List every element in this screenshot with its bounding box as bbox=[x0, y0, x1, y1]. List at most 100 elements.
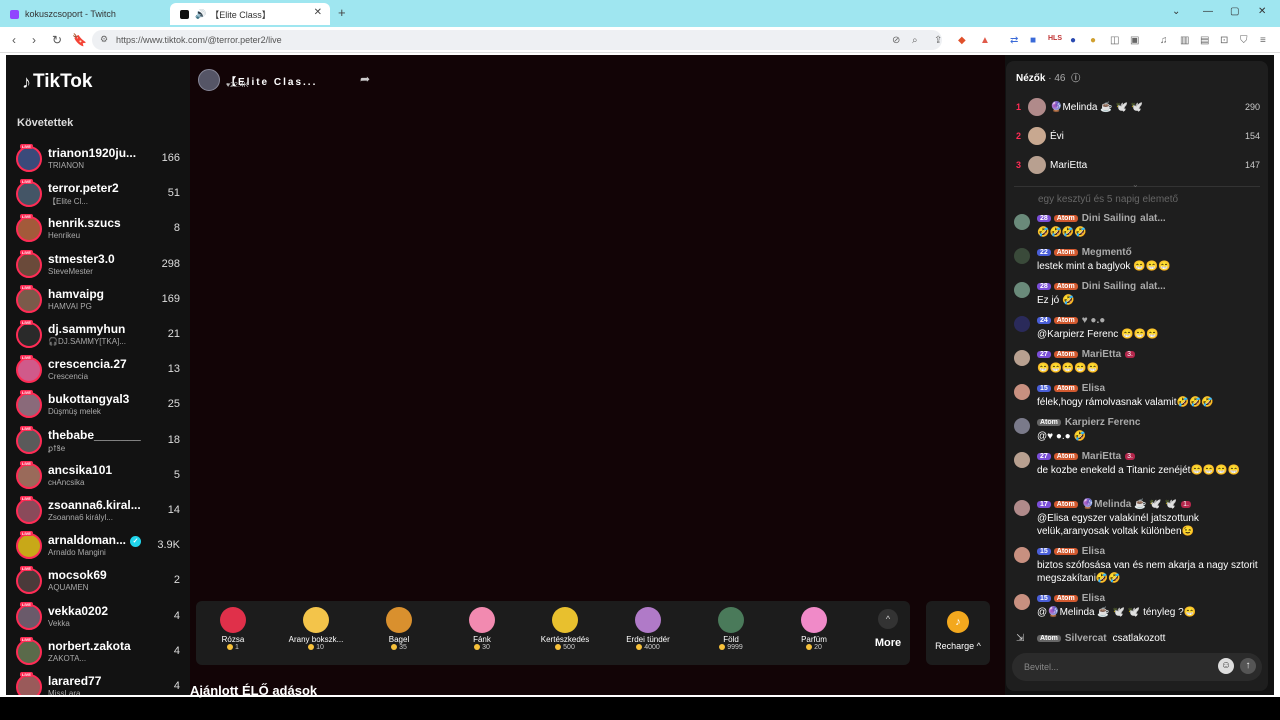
tab-list-icon[interactable]: ⌄ bbox=[1172, 6, 1180, 17]
no-track-icon[interactable]: ⊘ bbox=[892, 35, 900, 46]
account-name[interactable]: stmester3.0 bbox=[48, 252, 148, 266]
vpn-icon[interactable]: ⛉ bbox=[1240, 35, 1248, 46]
extension-icon-4[interactable]: ◫ bbox=[1110, 35, 1119, 46]
following-account[interactable]: LIVE mocsok69 AQUAMEN 2 bbox=[16, 565, 186, 597]
following-account[interactable]: LIVE ancsika101 ᴄнAncsika 5 bbox=[16, 460, 186, 492]
avatar[interactable] bbox=[16, 181, 42, 208]
avatar[interactable] bbox=[16, 216, 42, 243]
following-account[interactable]: LIVE crescencia.27 Crescencia 13 bbox=[16, 354, 186, 386]
extension-icon-3[interactable]: ● bbox=[1090, 35, 1096, 46]
recharge-button[interactable]: ♪ Recharge ^ bbox=[926, 601, 990, 665]
emoji-icon[interactable]: ☺ bbox=[1218, 658, 1234, 674]
following-account[interactable]: LIVE bukottangyal3 Düşmüş melek 25 bbox=[16, 389, 186, 421]
forward-icon[interactable]: › bbox=[32, 33, 36, 47]
avatar[interactable] bbox=[16, 568, 42, 595]
site-info-icon[interactable]: ⚙ bbox=[100, 34, 108, 45]
following-account[interactable]: LIVE arnaldoman... ✓ Arnaldo Mangini 3.9K bbox=[16, 530, 186, 562]
gift-item[interactable]: Parfüm 20 bbox=[773, 605, 855, 661]
live-stream[interactable]: 【Elite Clas... ♥22.4K ➦ Rózsa 1 Arany boks… bbox=[190, 55, 1005, 698]
account-name[interactable]: ancsika101 bbox=[48, 463, 148, 477]
following-account[interactable]: LIVE zsoanna6.kiral... Zsoanna6 királyl...… bbox=[16, 495, 186, 527]
avatar[interactable] bbox=[1014, 418, 1030, 434]
chat-username[interactable]: Silvercat bbox=[1065, 633, 1107, 644]
chat-username[interactable]: 🔮Melinda ☕ 🕊️ 🕊️ bbox=[1082, 499, 1177, 510]
following-account[interactable]: LIVE stmester3.0 SteveMester 298 bbox=[16, 249, 186, 281]
extension-icon-2[interactable]: ● bbox=[1070, 35, 1076, 46]
host-info[interactable]: 【Elite Clas... ♥22.4K bbox=[198, 69, 317, 91]
reload-icon[interactable]: ↻ bbox=[52, 33, 62, 47]
avatar[interactable] bbox=[1014, 248, 1030, 264]
bookmark-icon[interactable]: 🔖 bbox=[72, 33, 87, 47]
media-icon[interactable]: ♫ bbox=[1160, 35, 1168, 46]
account-name[interactable]: crescencia.27 bbox=[48, 357, 148, 371]
chat-username[interactable]: Dini Sailing bbox=[1082, 213, 1136, 224]
share-icon[interactable]: ⇪ bbox=[934, 35, 942, 46]
following-account[interactable]: LIVE henrik.szucs Henrikeu 8 bbox=[16, 213, 186, 245]
chat-username[interactable]: Elisa bbox=[1082, 593, 1105, 604]
chat-username[interactable]: MariEtta bbox=[1082, 349, 1121, 360]
wallet-icon[interactable]: ▤ bbox=[1200, 35, 1209, 46]
avatar[interactable] bbox=[1014, 452, 1030, 468]
account-name[interactable]: bukottangyal3 bbox=[48, 392, 148, 406]
chat-input[interactable]: Bevitel... ☺ ↑ bbox=[1012, 653, 1262, 681]
send-icon[interactable]: ↑ bbox=[1240, 658, 1256, 674]
avatar[interactable] bbox=[1028, 127, 1046, 145]
maximize-icon[interactable]: ▢ bbox=[1230, 6, 1239, 17]
chat-username[interactable]: MariEtta bbox=[1082, 451, 1121, 462]
more-gifts-button[interactable]: ^ More bbox=[868, 605, 908, 649]
gift-item[interactable]: Arany bokszk... 10 bbox=[275, 605, 357, 661]
avatar[interactable] bbox=[16, 146, 42, 172]
avatar[interactable] bbox=[16, 392, 42, 419]
downloads-icon[interactable]: ⊡ bbox=[1220, 35, 1228, 46]
gift-item[interactable]: Fánk 30 bbox=[441, 605, 523, 661]
top-viewer-row[interactable]: 2 Évi 154 bbox=[1014, 126, 1262, 150]
menu-icon[interactable]: ≡ bbox=[1260, 35, 1266, 46]
gift-item[interactable]: Bagel 35 bbox=[358, 605, 440, 661]
top-viewer-row[interactable]: 3 MariEtta 147 bbox=[1014, 155, 1262, 179]
zoom-icon[interactable]: ⌕ bbox=[912, 35, 918, 46]
chat-username[interactable]: Megmentő bbox=[1082, 247, 1132, 258]
avatar[interactable] bbox=[1014, 350, 1030, 366]
address-bar[interactable]: ⚙ https://www.tiktok.com/@terror.peter2/… bbox=[92, 30, 942, 50]
top-viewer-row[interactable]: 1 🔮Melinda ☕ 🕊️ 🕊️ 290 bbox=[1014, 97, 1262, 121]
following-account[interactable]: LIVE terror.peter2 【Elite Cl... 51 bbox=[16, 178, 186, 210]
avatar[interactable] bbox=[16, 286, 42, 313]
account-name[interactable]: mocsok69 bbox=[48, 568, 148, 582]
account-name[interactable]: terror.peter2 bbox=[48, 181, 148, 195]
account-name[interactable]: arnaldoman... ✓ bbox=[48, 533, 148, 547]
avatar[interactable] bbox=[16, 498, 42, 524]
account-name[interactable]: thebabe_______ bbox=[48, 428, 148, 442]
chevron-down-icon[interactable]: ⌄ bbox=[1132, 180, 1139, 189]
account-name[interactable]: trianon1920ju... bbox=[48, 146, 148, 160]
tiktok-logo[interactable]: ♪ TikTok bbox=[22, 71, 92, 93]
gift-item[interactable]: Föld 9999 bbox=[690, 605, 772, 661]
following-account[interactable]: LIVE thebabe_______ ꝑꝉꝸe 18 bbox=[16, 425, 186, 457]
translate-icon[interactable]: ⇄ bbox=[1010, 35, 1018, 46]
hls-extension-icon[interactable]: HLS bbox=[1048, 35, 1062, 42]
avatar[interactable] bbox=[16, 603, 42, 630]
following-account[interactable]: LIVE hamvaipg HAMVAI PG 169 bbox=[16, 284, 186, 316]
chat-username[interactable]: Elisa bbox=[1082, 546, 1105, 557]
following-account[interactable]: LIVE dj.sammyhun 🎧DJ.SAMMY[TKA]... 21 bbox=[16, 319, 186, 351]
avatar[interactable] bbox=[16, 638, 42, 665]
avatar[interactable] bbox=[1014, 500, 1030, 516]
chat-username[interactable]: ♥ ●.● bbox=[1082, 315, 1106, 326]
chat-username[interactable]: Karpierz Ferenc bbox=[1065, 417, 1141, 428]
avatar[interactable] bbox=[1028, 98, 1046, 116]
avatar[interactable] bbox=[1014, 547, 1030, 563]
account-name[interactable]: zsoanna6.kiral... bbox=[48, 498, 148, 512]
following-account[interactable]: LIVE norbert.zakota ZAKOTA... 4 bbox=[16, 636, 186, 668]
avatar[interactable] bbox=[1014, 594, 1030, 610]
avatar[interactable] bbox=[16, 251, 42, 278]
avatar[interactable] bbox=[16, 427, 42, 454]
avatar[interactable] bbox=[1028, 156, 1046, 174]
tab-twitch[interactable]: kokuszcsoport - Twitch bbox=[0, 3, 165, 25]
speaker-icon[interactable]: 🔊 bbox=[195, 9, 206, 20]
chat-username[interactable]: Elisa bbox=[1082, 383, 1105, 394]
close-window-icon[interactable]: ✕ bbox=[1258, 6, 1266, 17]
avatar[interactable] bbox=[16, 462, 42, 489]
account-name[interactable]: hamvaipg bbox=[48, 287, 148, 301]
back-icon[interactable]: ‹ bbox=[12, 33, 16, 47]
avatar[interactable] bbox=[16, 674, 42, 695]
gift-item[interactable]: Kertészkedés 500 bbox=[524, 605, 606, 661]
